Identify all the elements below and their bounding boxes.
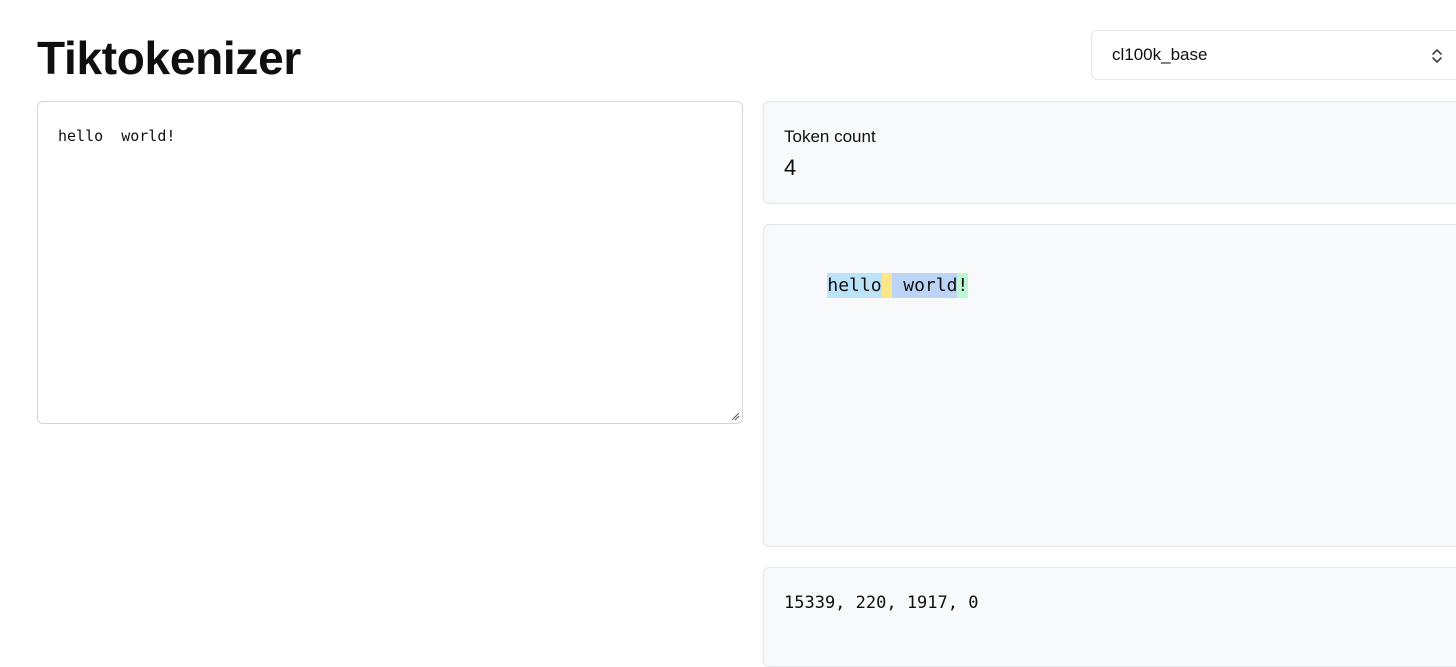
token-ids-card: 15339, 220, 1917, 0	[763, 567, 1456, 667]
token-chip: hello	[827, 273, 882, 298]
text-input[interactable]: hello world!	[37, 101, 743, 424]
page-title: Tiktokenizer	[37, 32, 301, 84]
tokens-visualization: hello world!	[784, 248, 969, 323]
token-chip	[881, 273, 893, 298]
encoding-select-value: cl100k_base	[1112, 45, 1208, 64]
text-input-value[interactable]: hello world!	[58, 126, 175, 146]
chevron-up-down-icon	[1432, 49, 1442, 63]
encoding-select[interactable]: cl100k_base	[1091, 30, 1456, 80]
token-ids: 15339, 220, 1917, 0	[784, 593, 979, 613]
token-chip: world	[892, 273, 958, 298]
token-chip: !	[957, 273, 969, 298]
token-count-card: Token count 4	[763, 101, 1456, 204]
token-count-label: Token count	[784, 127, 876, 146]
resize-handle-icon[interactable]	[730, 411, 740, 421]
token-count-value: 4	[784, 155, 797, 180]
tokens-card: hello world!	[763, 224, 1456, 547]
